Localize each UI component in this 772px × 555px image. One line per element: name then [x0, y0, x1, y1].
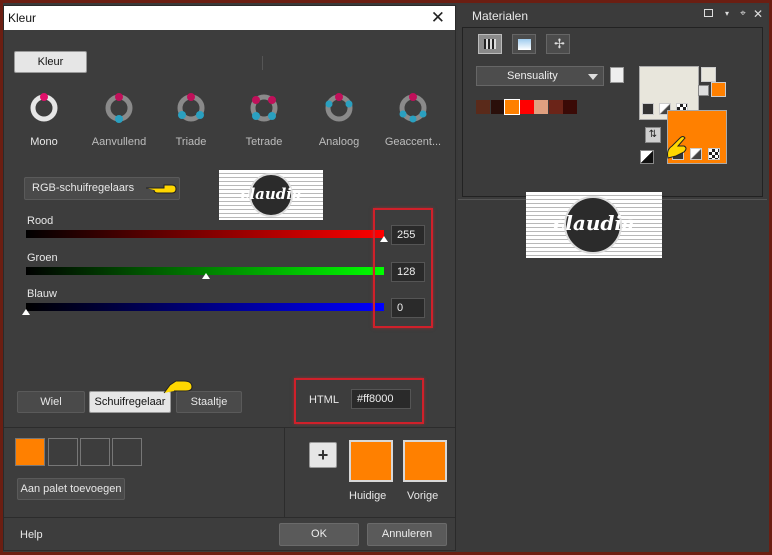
mode-label: Triade	[175, 136, 207, 148]
html-value-field[interactable]: #ff8000	[351, 389, 411, 409]
fg-style-icon[interactable]	[642, 103, 654, 115]
current-color-swatch[interactable]	[349, 440, 393, 482]
mode-label: Analoog	[318, 136, 360, 148]
tetrad-ring-icon	[250, 94, 278, 122]
watermark-text: claudia	[240, 185, 302, 203]
swap-colors-icon[interactable]: ⇅	[645, 127, 661, 143]
recent-swatch[interactable]	[112, 438, 142, 466]
palette-color-swatch[interactable]	[490, 100, 505, 114]
blue-label: Blauw	[27, 288, 57, 300]
bg-texture-icon[interactable]	[690, 148, 702, 160]
mode-label: Geaccent...	[384, 136, 442, 148]
mode-label: Tetrade	[245, 136, 283, 148]
dialog-title: Kleur	[8, 11, 37, 25]
claudia-watermark: claudia	[526, 192, 662, 258]
triad-ring-icon	[177, 93, 205, 122]
palette-color-swatch[interactable]	[519, 100, 534, 114]
chevron-down-icon	[588, 74, 598, 80]
materials-title: Materialen	[472, 9, 529, 23]
pointing-hand-icon	[163, 380, 193, 394]
tools-icon[interactable]: ✢	[546, 34, 570, 54]
red-slider[interactable]	[26, 230, 384, 238]
complementary-ring-icon	[105, 93, 133, 123]
pointing-hand-icon	[667, 136, 687, 159]
watermark-text: claudia	[553, 211, 635, 235]
palette-color-swatch[interactable]	[476, 100, 490, 114]
accented-ring-icon	[399, 93, 427, 123]
small-fg-swatch[interactable]	[701, 67, 716, 82]
rgb-sliders-label: RGB-schuifregelaars	[32, 182, 135, 194]
bg-transparent-icon[interactable]	[708, 148, 720, 160]
swap-small-icon[interactable]	[698, 85, 709, 96]
color-dialog: Kleur ✕ Kleur Mono Aanvullend Triade Tet…	[3, 5, 456, 551]
recent-swatch[interactable]	[48, 438, 78, 466]
section-divider	[4, 427, 455, 428]
pin-icon[interactable]: ⌖	[738, 9, 748, 19]
reset-colors-icon[interactable]	[640, 150, 654, 164]
close-icon[interactable]: ✕	[431, 8, 445, 28]
blue-slider-thumb[interactable]	[22, 309, 30, 315]
pointing-hand-icon	[146, 184, 177, 194]
restore-icon[interactable]	[704, 9, 713, 17]
analogous-ring-icon	[325, 93, 353, 122]
value-highlight-box	[373, 208, 433, 328]
palette-color-swatch[interactable]	[534, 100, 548, 114]
slider-view-button[interactable]: Schuifregelaar	[89, 391, 171, 413]
mono-ring-icon	[30, 93, 58, 122]
gradient-glyph	[518, 39, 531, 50]
add-to-palette-button[interactable]: Aan palet toevoegen	[17, 478, 125, 500]
palette-list-icon[interactable]	[610, 67, 624, 83]
help-link[interactable]: Help	[20, 529, 43, 541]
tools-glyph: ✢	[554, 36, 565, 51]
bottom-divider	[284, 428, 285, 517]
kleur-tab-button[interactable]: Kleur	[14, 51, 87, 73]
grid-glyph	[484, 39, 496, 49]
plus-icon[interactable]: +	[309, 442, 337, 468]
palette-dropdown[interactable]: Sensuality	[476, 66, 604, 86]
recent-swatch[interactable]	[80, 438, 110, 466]
mode-label: Mono	[30, 136, 58, 148]
mode-label: Aanvullend	[91, 136, 147, 148]
ok-button[interactable]: OK	[279, 523, 359, 546]
divider	[262, 56, 263, 70]
dock-icon[interactable]: ▾	[722, 9, 732, 19]
previous-label: Vorige	[407, 490, 439, 502]
palette-color-swatch[interactable]	[548, 100, 563, 114]
cancel-button[interactable]: Annuleren	[367, 523, 447, 546]
green-label: Groen	[27, 252, 58, 264]
previous-color-swatch[interactable]	[403, 440, 447, 482]
blue-slider[interactable]	[26, 303, 384, 311]
footer-divider	[4, 517, 455, 518]
materials-title-bar: Materialen ▾ ⌖ ✕	[458, 5, 767, 25]
html-label: HTML	[309, 394, 339, 406]
small-bg-swatch[interactable]	[711, 82, 726, 97]
claudia-watermark: claudia	[219, 170, 323, 220]
recent-swatch[interactable]	[15, 438, 45, 466]
grid-icon[interactable]	[478, 34, 502, 54]
dialog-body: Kleur Mono Aanvullend Triade Tetrade Ana…	[4, 30, 455, 550]
dialog-title-bar: Kleur ✕	[4, 6, 455, 30]
green-slider-thumb[interactable]	[201, 273, 210, 279]
wheel-button[interactable]: Wiel	[17, 391, 85, 413]
palette-color-swatch[interactable]	[563, 100, 577, 114]
red-label: Rood	[27, 215, 54, 227]
gradient-icon[interactable]	[512, 34, 536, 54]
current-label: Huidige	[349, 490, 387, 502]
palette-color-swatch[interactable]	[504, 99, 520, 115]
palette-name: Sensuality	[507, 70, 558, 82]
close-icon[interactable]: ✕	[753, 8, 763, 20]
